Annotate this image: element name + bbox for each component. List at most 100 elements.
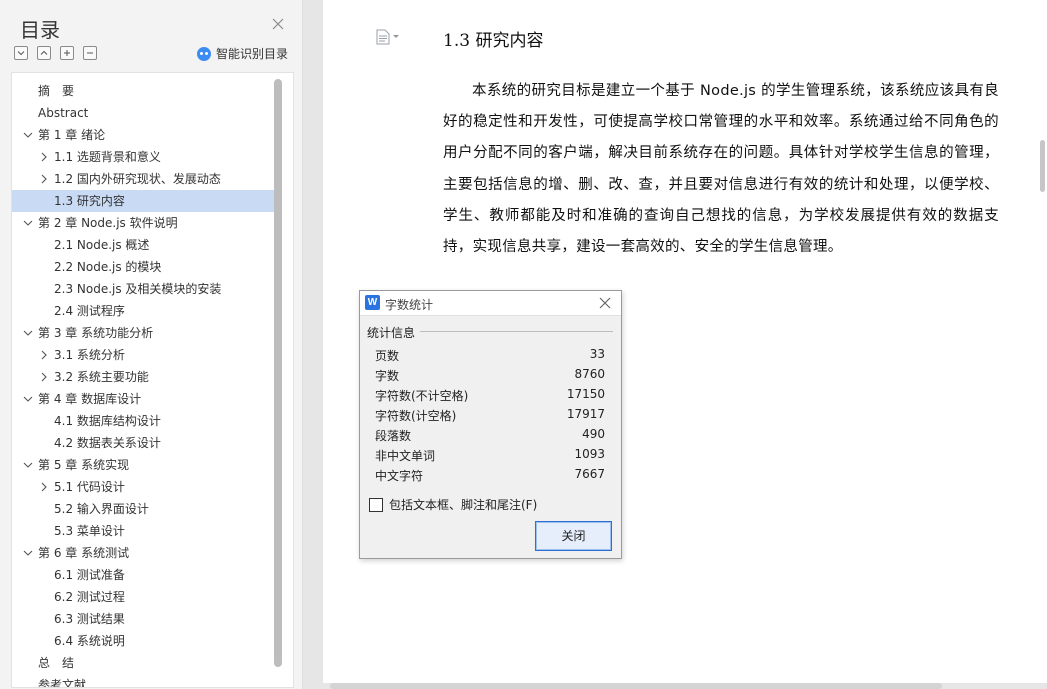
robot-icon	[197, 46, 211, 61]
toc-item-label: 5.3 菜单设计	[54, 524, 125, 538]
chevron-right-icon[interactable]	[39, 482, 49, 492]
toc-item-label: 第 2 章 Node.js 软件说明	[38, 216, 178, 230]
toc-item[interactable]: 5.3 菜单设计	[12, 520, 274, 542]
page-scrollbar[interactable]	[1040, 140, 1045, 192]
toc-item[interactable]: 5.2 输入界面设计	[12, 498, 274, 520]
stat-label: 非中文单词	[375, 449, 436, 463]
chevron-down-icon[interactable]	[23, 130, 33, 140]
stat-row: 字符数(计空格) 17917	[375, 404, 605, 424]
group-divider	[420, 331, 613, 332]
stat-value: 8760	[574, 367, 605, 381]
stat-value: 1093	[574, 447, 605, 461]
toc-item-label: 3.1 系统分析	[54, 348, 125, 362]
paragraph-options-button[interactable]	[376, 29, 399, 45]
toc-item[interactable]: 第 2 章 Node.js 软件说明	[12, 212, 274, 234]
toc-item[interactable]: 1.1 选题背景和意义	[12, 146, 274, 168]
toc-sidebar: 目录 智能识别目录 摘 要 Abstract 第 1 章 绪论 1.1 选题背景和意义…	[0, 0, 303, 689]
toc-item-label: 1.2 国内外研究现状、发展动态	[54, 172, 221, 186]
toc-item[interactable]: 3.2 系统主要功能	[12, 366, 274, 388]
close-button[interactable]: 关闭	[535, 521, 612, 551]
expand-all-icon[interactable]	[14, 46, 28, 60]
toc-item-label: 第 5 章 系统实现	[38, 458, 130, 472]
toc-item[interactable]: 摘 要	[12, 80, 274, 102]
toc-item-label: 2.4 测试程序	[54, 304, 125, 318]
chevron-right-icon[interactable]	[39, 152, 49, 162]
toc-item[interactable]: 4.1 数据库结构设计	[12, 410, 274, 432]
chevron-down-icon[interactable]	[23, 394, 33, 404]
toc-item[interactable]: 第 4 章 数据库设计	[12, 388, 274, 410]
dialog-title: 字数统计	[385, 298, 434, 312]
toc-item[interactable]: 2.3 Node.js 及相关模块的安装	[12, 278, 274, 300]
toc-item-label: 4.1 数据库结构设计	[54, 414, 161, 428]
toc-item[interactable]: 2.2 Node.js 的模块	[12, 256, 274, 278]
smart-toc-button[interactable]: 智能识别目录	[197, 45, 288, 62]
toc-item[interactable]: 6.4 系统说明	[12, 630, 274, 652]
smart-toc-label: 智能识别目录	[216, 47, 289, 61]
stat-row: 非中文单词 1093	[375, 444, 605, 464]
toc-panel: 摘 要 Abstract 第 1 章 绪论 1.1 选题背景和意义 1.2 国内外研究现…	[11, 72, 294, 688]
stat-label: 段落数	[375, 429, 412, 443]
toc-item[interactable]: 6.2 测试过程	[12, 586, 274, 608]
toc-item[interactable]: 3.1 系统分析	[12, 344, 274, 366]
toc-item[interactable]: 6.3 测试结果	[12, 608, 274, 630]
toc-item[interactable]: Abstract	[12, 102, 274, 124]
sidebar-title: 目录	[20, 18, 60, 42]
toc-item-label: 总 结	[38, 656, 75, 670]
toc-item[interactable]: 第 6 章 系统测试	[12, 542, 274, 564]
toc-item[interactable]: 第 1 章 绪论	[12, 124, 274, 146]
toc-item[interactable]: 总 结	[12, 652, 274, 674]
toc-item-label: 2.1 Node.js 概述	[54, 238, 150, 252]
toc-item[interactable]: 第 5 章 系统实现	[12, 454, 274, 476]
word-count-dialog: W 字数统计 统计信息 页数 33 字数 8760 字符数(不计空格) 17150 字符数(…	[359, 290, 622, 559]
close-icon[interactable]	[598, 296, 612, 310]
stats-group-label: 统计信息	[367, 326, 416, 340]
collapse-all-icon[interactable]	[37, 46, 51, 60]
stat-label: 页数	[375, 349, 400, 363]
dialog-titlebar: W 字数统计	[360, 291, 621, 316]
document-icon	[376, 29, 390, 45]
toc-item[interactable]: 5.1 代码设计	[12, 476, 274, 498]
toc-item-label: 2.2 Node.js 的模块	[54, 260, 162, 274]
toc-item-label: 参考文献	[38, 678, 87, 688]
toc-item-label: 1.3 研究内容	[54, 194, 125, 208]
toc-toolbar	[14, 46, 97, 60]
toc-item-label: 4.2 数据表关系设计	[54, 436, 161, 450]
chevron-down-icon[interactable]	[23, 328, 33, 338]
horizontal-scrollbar[interactable]	[330, 683, 942, 689]
toc-item[interactable]: 第 3 章 系统功能分析	[12, 322, 274, 344]
close-icon[interactable]	[270, 16, 286, 32]
chevron-right-icon[interactable]	[39, 372, 49, 382]
toc-item[interactable]: 1.2 国内外研究现状、发展动态	[12, 168, 274, 190]
stat-label: 字数	[375, 369, 400, 383]
toc-item-label: 6.4 系统说明	[54, 634, 125, 648]
toc-scrollbar[interactable]	[274, 79, 282, 667]
checkbox-unchecked[interactable]	[369, 497, 383, 512]
stat-row: 字符数(不计空格) 17150	[375, 384, 605, 404]
toc-item-label: 6.1 测试准备	[54, 568, 125, 582]
chevron-down-icon[interactable]	[23, 548, 33, 558]
toc-item[interactable]: 4.2 数据表关系设计	[12, 432, 274, 454]
toc-item[interactable]: 参考文献	[12, 674, 274, 688]
toc-item[interactable]: 2.4 测试程序	[12, 300, 274, 322]
stat-value: 490	[582, 427, 605, 441]
add-heading-icon[interactable]	[60, 46, 74, 60]
stat-value: 17917	[566, 407, 605, 421]
chevron-down-icon[interactable]	[23, 218, 33, 228]
toc-item-label: 6.2 测试过程	[54, 590, 125, 604]
chevron-right-icon[interactable]	[39, 174, 49, 184]
stat-row: 页数 33	[375, 344, 605, 364]
stat-label: 字符数(计空格)	[375, 409, 457, 423]
toc-item[interactable]: 6.1 测试准备	[12, 564, 274, 586]
body-paragraph[interactable]: 本系统的研究目标是建立一个基于 Node.js 的学生管理系统，该系统应该具有良…	[443, 76, 999, 263]
toc-item-label: 摘 要	[38, 84, 75, 98]
chevron-down-icon[interactable]	[23, 460, 33, 470]
remove-heading-icon[interactable]	[83, 46, 97, 60]
stat-value: 7667	[574, 467, 605, 481]
toc-item[interactable]: 2.1 Node.js 概述	[12, 234, 274, 256]
toc-item[interactable]: 1.3 研究内容	[12, 190, 274, 212]
toc-list: 摘 要 Abstract 第 1 章 绪论 1.1 选题背景和意义 1.2 国内外研究现…	[12, 80, 274, 688]
toc-item-label: 2.3 Node.js 及相关模块的安装	[54, 282, 222, 296]
toc-item-label: Abstract	[38, 106, 89, 120]
chevron-right-icon[interactable]	[39, 350, 49, 360]
include-textbox-checkbox[interactable]: 包括文本框、脚注和尾注(F)	[369, 496, 537, 513]
